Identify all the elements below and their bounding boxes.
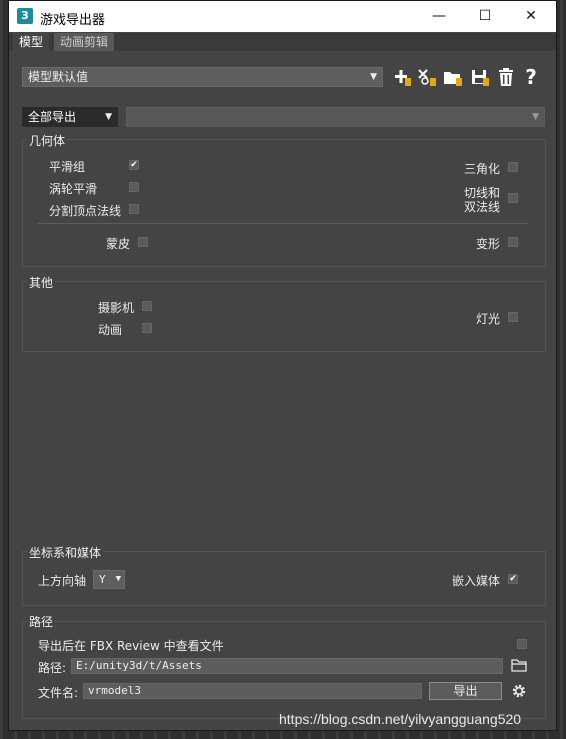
watermark-text: https://blog.csdn.net/yilvyangguang520 [279, 711, 522, 727]
triangulate-label: 三角化 [464, 162, 501, 176]
help-icon[interactable]: ? [521, 66, 541, 88]
split-normals-label: 分割顶点法线 [49, 204, 122, 218]
embed-media-checkbox[interactable]: ✔ [508, 574, 518, 584]
tab-bar: 模型 动画剪辑 [9, 33, 556, 51]
gear-icon[interactable] [511, 683, 527, 699]
minimize-button[interactable]: — [416, 1, 462, 32]
browse-folder-icon[interactable] [511, 658, 527, 672]
triangulate-checkbox[interactable] [508, 162, 518, 172]
maximize-button[interactable]: ☐ [462, 1, 508, 32]
export-selection-dropdown: ▼ [126, 107, 545, 127]
view-in-review-checkbox[interactable] [517, 639, 527, 649]
trash-icon[interactable] [496, 66, 516, 88]
other-group-title: 其他 [27, 274, 56, 291]
window-title: 游戏导出器 [40, 13, 106, 28]
morph-label: 变形 [476, 237, 501, 251]
geometry-divider [38, 223, 529, 224]
skin-checkbox[interactable] [138, 237, 148, 247]
smoothing-groups-checkbox[interactable]: ✔ [129, 160, 139, 170]
path-value: E:/unity3d/t/Assets [76, 659, 202, 672]
lights-label: 灯光 [476, 312, 501, 326]
embed-media-label: 嵌入媒体 [452, 574, 501, 588]
up-axis-value: Y [99, 573, 106, 586]
close-button[interactable]: ✕ [508, 1, 554, 32]
chevron-down-icon: ▼ [532, 112, 539, 122]
up-axis-label: 上方向轴 [38, 574, 87, 588]
view-in-review-label: 导出后在 FBX Review 中查看文件 [38, 639, 224, 653]
smoothing-groups-label: 平滑组 [49, 160, 86, 174]
filename-input[interactable]: vrmodel3 [83, 683, 422, 699]
preset-dropdown[interactable]: 模型默认值 ▼ [22, 67, 383, 87]
preset-value: 模型默认值 [28, 70, 89, 84]
other-group [22, 281, 546, 352]
tangents-checkbox[interactable] [508, 193, 518, 203]
turbosmooth-checkbox[interactable] [129, 182, 139, 192]
split-normals-checkbox[interactable] [129, 204, 139, 214]
path-label: 路径: [38, 661, 67, 675]
chevron-down-icon: ▼ [370, 72, 377, 82]
turbosmooth-label: 涡轮平滑 [49, 182, 98, 196]
save-as-preset-icon[interactable] [417, 66, 437, 88]
chevron-down-icon: ▼ [105, 112, 112, 122]
geometry-group-title: 几何体 [27, 132, 68, 149]
lights-checkbox[interactable] [508, 312, 518, 322]
tab-model[interactable]: 模型 [13, 33, 50, 51]
game-exporter-window: 3 游戏导出器 — ☐ ✕ 模型 动画剪辑 模型默认值 ▼ ? 全部导出 ▼ ▼… [8, 0, 557, 731]
tangents-label-line2: 双法线 [464, 200, 501, 214]
tab-animation-clips[interactable]: 动画剪辑 [54, 33, 115, 51]
animation-label: 动画 [98, 323, 123, 337]
add-preset-icon[interactable] [392, 66, 412, 88]
path-group-title: 路径 [27, 613, 56, 630]
filename-label: 文件名: [38, 686, 79, 700]
camera-label: 摄影机 [98, 301, 135, 315]
skin-label: 蒙皮 [106, 237, 131, 251]
open-folder-icon[interactable] [443, 66, 463, 88]
path-input[interactable]: E:/unity3d/t/Assets [71, 658, 503, 674]
chevron-down-icon: ▼ [115, 574, 121, 584]
coords-group-title: 坐标系和媒体 [27, 544, 104, 561]
export-mode-dropdown[interactable]: 全部导出 ▼ [22, 107, 118, 127]
title-bar[interactable]: 3 游戏导出器 — ☐ ✕ [9, 1, 556, 32]
export-mode-value: 全部导出 [28, 110, 77, 124]
up-axis-dropdown[interactable]: Y ▼ [93, 570, 125, 589]
export-button[interactable]: 导出 [429, 682, 502, 700]
animation-checkbox[interactable] [142, 323, 152, 333]
morph-checkbox[interactable] [508, 237, 518, 247]
save-icon[interactable] [470, 66, 490, 88]
filename-value: vrmodel3 [88, 684, 141, 697]
camera-checkbox[interactable] [142, 301, 152, 311]
app-icon: 3 [17, 8, 33, 24]
